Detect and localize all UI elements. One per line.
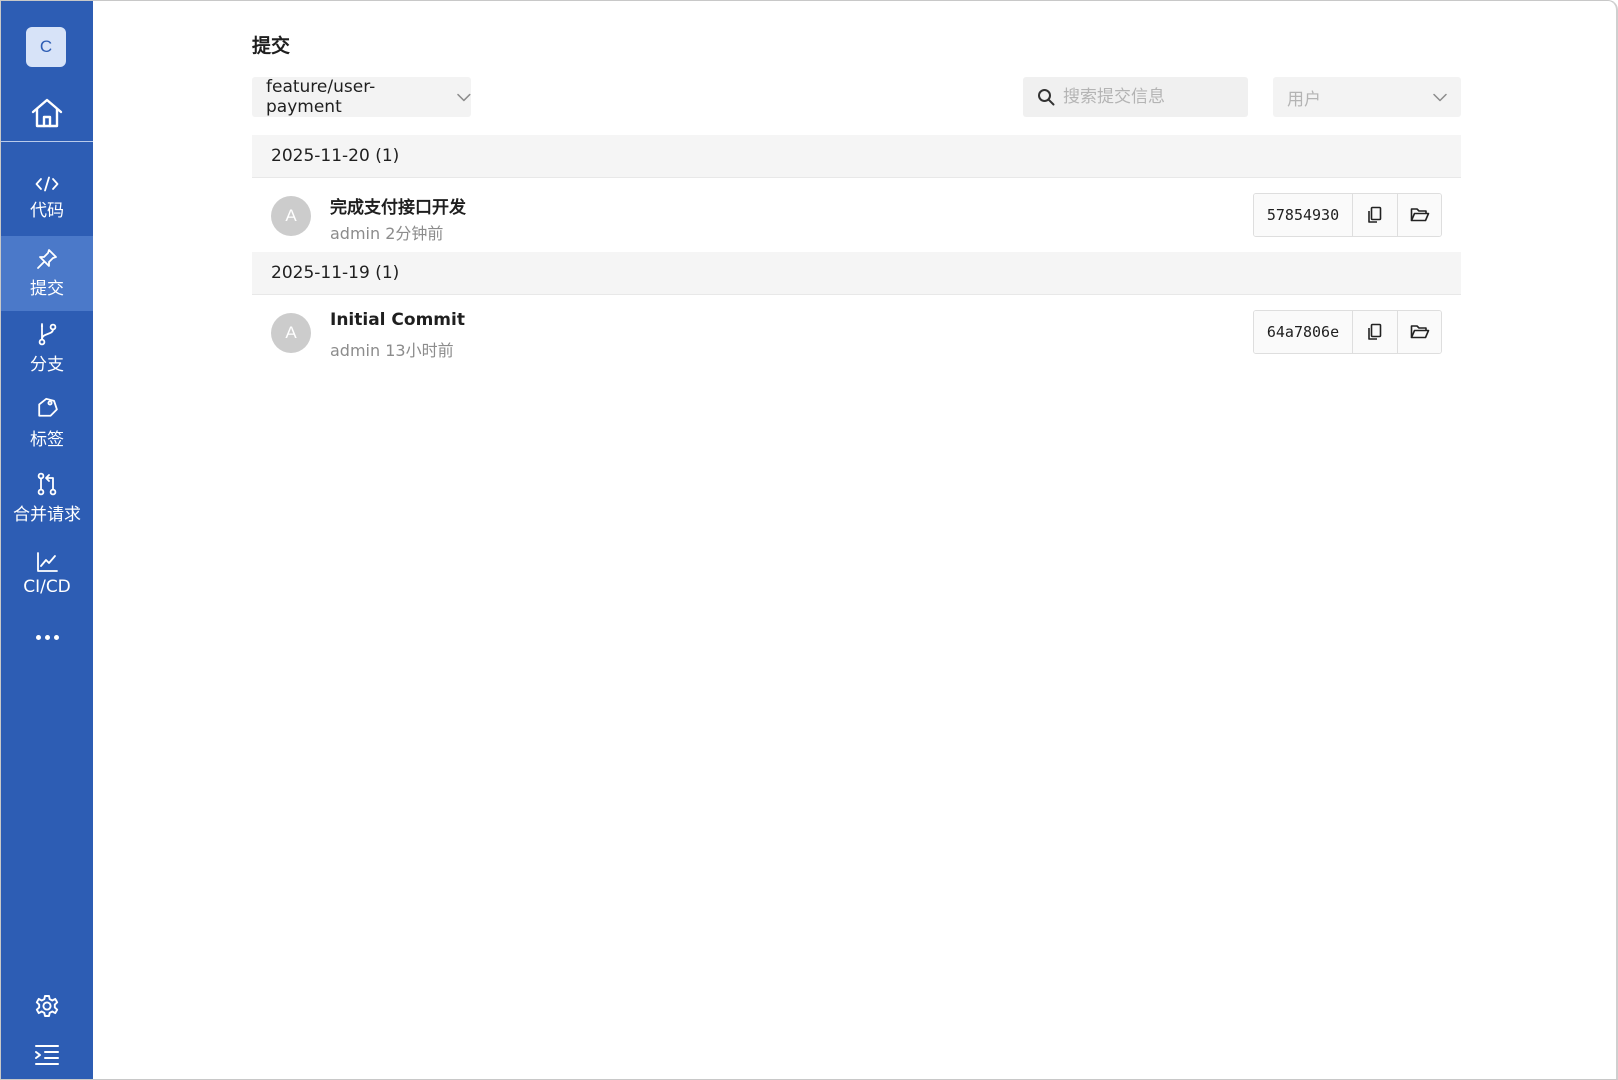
branch-icon: [38, 323, 57, 346]
folder-open-icon: [1410, 325, 1429, 339]
avatar: A: [271, 313, 311, 353]
commit-message[interactable]: 完成支付接口开发: [330, 193, 466, 218]
code-icon: [35, 176, 59, 192]
commit-meta: admin 13小时前: [330, 341, 454, 360]
commit-sha-button[interactable]: 64a7806e: [1254, 311, 1353, 353]
date-group-header: 2025-11-19 (1): [252, 252, 1461, 295]
sidebar-item-label: 分支: [30, 355, 64, 375]
commit-meta: admin 2分钟前: [330, 224, 444, 243]
pin-icon: [37, 249, 57, 269]
branch-select-value: feature/user-payment: [266, 77, 376, 117]
chevron-down-icon: [1433, 93, 1447, 101]
home-icon: [31, 98, 63, 128]
sidebar-nav: 代码 提交 分支 标签 合并请求 CI/CD: [1, 161, 93, 611]
sidebar-item-commits[interactable]: 提交: [1, 236, 93, 311]
chevron-down-icon: [457, 93, 471, 101]
app-window: C 代码 提交 分支 标签 合并请求 CI/CD 提交 feature/user…: [0, 0, 1618, 1080]
tag-icon: [38, 397, 58, 417]
user-select-placeholder: 用户: [1287, 89, 1321, 110]
sidebar-item-label: 合并请求: [13, 505, 81, 525]
browse-files-button[interactable]: [1397, 194, 1441, 236]
sidebar-divider: [1, 141, 93, 142]
search-input[interactable]: [1063, 87, 1233, 107]
more-icon: [34, 625, 61, 644]
sidebar-item-label: 提交: [30, 279, 64, 299]
commit-actions: 64a7806e: [1253, 310, 1442, 354]
sidebar-item-merge-requests[interactable]: 合并请求: [1, 461, 93, 536]
commit-message[interactable]: Initial Commit: [330, 310, 465, 330]
avatar: A: [271, 196, 311, 236]
user-select[interactable]: 用户: [1273, 77, 1461, 117]
collapse-menu-icon: [35, 1045, 59, 1065]
sidebar-item-tags[interactable]: 标签: [1, 386, 93, 461]
copy-sha-button[interactable]: [1353, 311, 1397, 353]
date-group-header: 2025-11-20 (1): [252, 135, 1461, 178]
sidebar: C 代码 提交 分支 标签 合并请求 CI/CD: [1, 1, 93, 1079]
copy-sha-button[interactable]: [1353, 194, 1397, 236]
commit-row[interactable]: A Initial Commit admin 13小时前 64a7806e: [252, 296, 1461, 369]
chart-line-icon: [37, 551, 58, 572]
search-icon: [1038, 89, 1055, 106]
branch-select[interactable]: feature/user-payment: [252, 77, 471, 117]
settings-button[interactable]: [1, 986, 93, 1026]
home-button[interactable]: [1, 85, 93, 141]
copy-icon: [1368, 206, 1382, 223]
commit-sha-button[interactable]: 57854930: [1254, 194, 1353, 236]
collapse-sidebar-button[interactable]: [1, 1037, 93, 1073]
copy-icon: [1368, 323, 1382, 340]
sidebar-item-label: 标签: [30, 430, 64, 450]
sidebar-item-label: CI/CD: [23, 576, 71, 597]
project-avatar[interactable]: C: [26, 27, 66, 67]
sidebar-item-branches[interactable]: 分支: [1, 311, 93, 386]
sidebar-item-cicd[interactable]: CI/CD: [1, 536, 93, 611]
search-box[interactable]: [1023, 77, 1248, 117]
folder-open-icon: [1410, 208, 1429, 222]
gear-icon: [35, 995, 59, 1017]
commit-row[interactable]: A 完成支付接口开发 admin 2分钟前 57854930: [252, 179, 1461, 252]
browse-files-button[interactable]: [1397, 311, 1441, 353]
commit-actions: 57854930: [1253, 193, 1442, 237]
sidebar-item-code[interactable]: 代码: [1, 161, 93, 236]
date-group-label: 2025-11-20 (1): [271, 146, 400, 166]
more-menu-button[interactable]: [1, 619, 93, 649]
sidebar-item-label: 代码: [30, 201, 64, 221]
merge-request-icon: [37, 472, 57, 496]
date-group-label: 2025-11-19 (1): [271, 263, 400, 283]
page-title: 提交: [252, 35, 291, 57]
